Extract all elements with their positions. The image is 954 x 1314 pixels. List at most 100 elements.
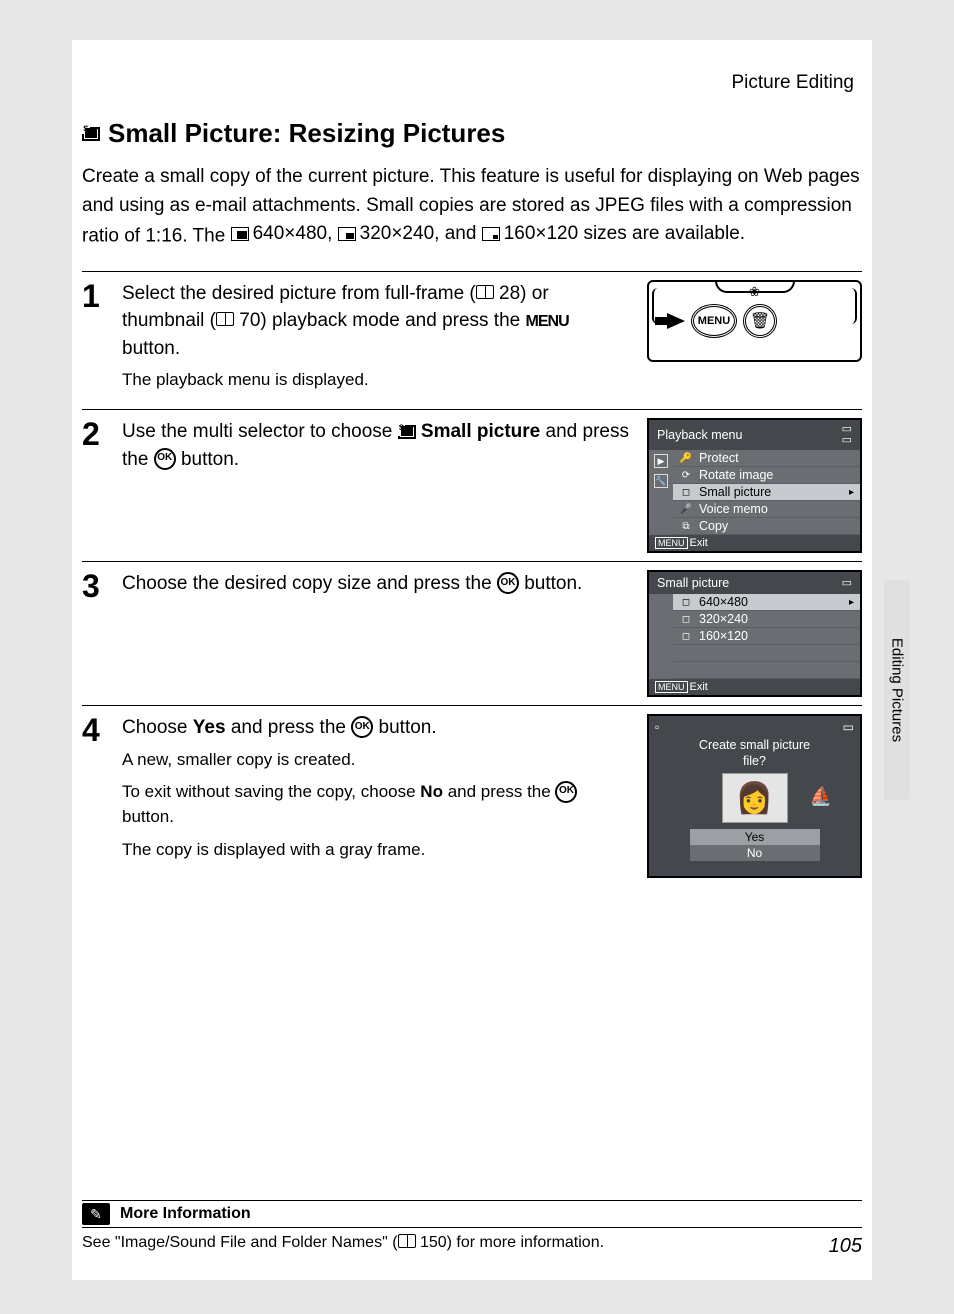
- bold-no: No: [420, 782, 443, 801]
- menu-item-small-picture: ◻Small picture▸: [673, 484, 860, 501]
- step-number: 3: [82, 570, 106, 697]
- play-tab-icon: ▶: [654, 454, 668, 468]
- ok-button-icon: OK: [497, 572, 519, 594]
- chevron-right-icon: ▸: [849, 597, 854, 608]
- battery-icon: ▭▭: [842, 424, 852, 446]
- row-icon: ⟳: [679, 470, 693, 481]
- step-2: 2 Use the multi selector to choose Small…: [82, 418, 862, 553]
- step-1: 1 Select the desired picture from full-f…: [82, 280, 862, 401]
- size-icon-large: [231, 227, 249, 241]
- step-number: 2: [82, 418, 106, 553]
- ok-button-icon: OK: [555, 781, 577, 803]
- book-icon: [216, 312, 234, 326]
- step-text: and press the: [226, 717, 352, 738]
- size-320: 320×240, and: [360, 220, 477, 249]
- ref-70: 70) playback mode and press the: [234, 310, 526, 331]
- step-subtext: To exit without saving the copy, choose …: [122, 780, 631, 829]
- small-picture-icon: [398, 425, 416, 439]
- more-info-text: See "Image/Sound File and Folder Names" …: [82, 1234, 398, 1251]
- menu-button: MENU: [691, 304, 737, 338]
- size-640: 640×480,: [253, 220, 333, 249]
- confirm-question: Create small picture: [699, 738, 810, 754]
- sub-text: and press the: [443, 782, 555, 801]
- exit-label: Exit: [690, 537, 708, 549]
- step-subtext: The copy is displayed with a gray frame.: [122, 838, 631, 863]
- menu-badge: MENU: [655, 681, 688, 693]
- lcd-title: Small picture: [657, 576, 729, 590]
- title-text: Small Picture: Resizing Pictures: [108, 118, 505, 149]
- step-3: 3 Choose the desired copy size and press…: [82, 570, 862, 697]
- row-label: Protect: [699, 451, 739, 465]
- menu-item-copy: ⧉ Copy: [673, 518, 860, 535]
- section-side-tab: Editing Pictures: [884, 580, 910, 800]
- lcd-small-picture-menu: Small picture ▭ ◻640×480▸ ◻320×240 ◻160×…: [647, 570, 862, 697]
- step-4: 4 Choose Yes and press the OK button. A …: [82, 714, 862, 878]
- step-text: Select the desired picture from full-fra…: [122, 283, 476, 304]
- menu-label: MENU: [526, 313, 569, 330]
- intro-paragraph: Create a small copy of the current pictu…: [82, 163, 862, 251]
- book-icon: [476, 285, 494, 299]
- lcd-title: Playback menu: [657, 428, 742, 442]
- row-icon: ◻: [679, 631, 693, 642]
- bold-yes: Yes: [193, 717, 226, 738]
- size-icon-small: [482, 227, 500, 241]
- option-no: No: [690, 845, 820, 861]
- arrow-icon: [655, 309, 685, 333]
- step-number: 4: [82, 714, 106, 878]
- manual-page: Picture Editing Small Picture: Resizing …: [72, 40, 872, 1280]
- lcd-playback-menu: Playback menu ▭▭ ▶ 🔧 🔑 Protect ⟳ Rotate im…: [647, 418, 862, 553]
- step-subtext: The playback menu is displayed.: [122, 368, 631, 393]
- size-160: 160×120 sizes are available.: [504, 220, 745, 249]
- row-label: 160×120: [699, 629, 748, 643]
- row-icon: ◻: [679, 597, 693, 608]
- step-subtext: A new, smaller copy is created.: [122, 748, 631, 773]
- more-info-heading: More Information: [120, 1205, 251, 1223]
- row-label: Small picture: [699, 485, 771, 499]
- ok-button-icon: OK: [154, 448, 176, 470]
- step-text: Choose: [122, 717, 193, 738]
- menu-badge: MENU: [655, 537, 688, 549]
- step-text: button.: [122, 338, 180, 359]
- row-label: Rotate image: [699, 468, 773, 482]
- more-info-text: 150) for more information.: [416, 1234, 605, 1251]
- delete-button: 🗑: [743, 304, 777, 338]
- step-text: button.: [176, 449, 239, 470]
- sailboat-icon: ⛵: [810, 786, 832, 807]
- sub-text: button.: [122, 807, 174, 826]
- info-icon: ✎: [82, 1203, 110, 1225]
- step-text: button.: [519, 573, 582, 594]
- row-label: 320×240: [699, 612, 748, 626]
- page-number: 105: [829, 1235, 862, 1258]
- battery-icon: ▭: [843, 720, 854, 734]
- row-icon: 🔑: [679, 453, 693, 464]
- sub-text: To exit without saving the copy, choose: [122, 782, 420, 801]
- chevron-right-icon: ▸: [849, 487, 854, 498]
- battery-icon: ▭: [842, 578, 852, 589]
- bold-label: Small picture: [421, 421, 540, 442]
- step-text: Use the multi selector to choose: [122, 421, 398, 442]
- step-text: Choose the desired copy size and press t…: [122, 573, 497, 594]
- page-title: Small Picture: Resizing Pictures: [82, 118, 862, 149]
- page-footer: ✎ More Information See "Image/Sound File…: [82, 1200, 862, 1252]
- size-option-640: ◻640×480▸: [673, 594, 860, 611]
- row-label: Copy: [699, 519, 728, 533]
- section-header: Picture Editing: [82, 72, 862, 94]
- exit-label: Exit: [690, 681, 708, 693]
- row-icon: 🎤: [679, 504, 693, 515]
- setup-tab-icon: 🔧: [654, 474, 668, 488]
- empty-row: [673, 662, 860, 679]
- size-option-160: ◻ 160×120: [673, 628, 860, 645]
- confirm-question: file?: [699, 754, 810, 770]
- menu-item-voice-memo: 🎤Voice memo: [673, 501, 860, 518]
- camera-diagram: ❀ MENU 🗑: [647, 280, 862, 401]
- flower-icon: ❀: [749, 284, 760, 300]
- side-tab-label: Editing Pictures: [889, 638, 906, 742]
- step-number: 1: [82, 280, 106, 401]
- empty-row: [673, 645, 860, 662]
- size-option-320: ◻320×240: [673, 611, 860, 628]
- book-icon: [398, 1234, 416, 1248]
- preview-thumbnail: 👩: [722, 773, 788, 823]
- row-icon: ⧉: [679, 521, 693, 532]
- lcd-confirm-dialog: ▫ ▭ Create small picture file? 👩 ⛵ Yes N…: [647, 714, 862, 878]
- size-icon-medium: [338, 227, 356, 241]
